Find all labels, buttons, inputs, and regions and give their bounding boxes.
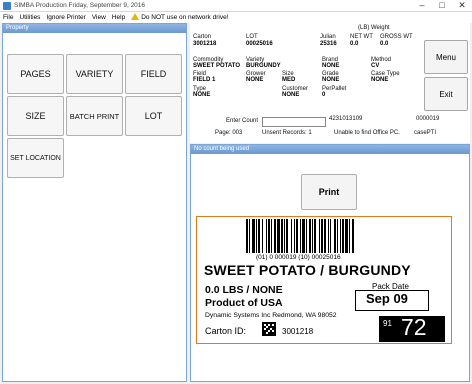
field-button[interactable]: FIELD	[125, 54, 182, 94]
julian-value: 25316	[320, 41, 337, 47]
pack-date: Sep 09	[366, 291, 408, 306]
office-status: Unable to find Office PC.	[334, 130, 400, 136]
net-weight-label: NET WT	[350, 34, 373, 40]
menu-ignore-printer[interactable]: Ignore Printer	[43, 12, 88, 23]
carton-label: Carton	[193, 34, 212, 40]
set-location-button[interactable]: SET LOCATION	[7, 138, 64, 178]
label-origin: Product of USA	[205, 297, 283, 309]
net-weight-value: 0.0	[350, 41, 359, 47]
big-code: 72	[401, 314, 427, 340]
window-title: SIMBA Production Friday, September 9, 20…	[14, 2, 146, 9]
count-status-title: No count being used	[191, 145, 469, 154]
julian-label: Julian	[320, 34, 336, 40]
variety-button[interactable]: VARIETY	[66, 54, 123, 94]
batch-print-button[interactable]: BATCH PRINT	[66, 96, 123, 136]
size-value: MED	[282, 77, 296, 83]
label-product: SWEET POTATO / BURGUNDY	[204, 262, 411, 278]
datamatrix-icon	[262, 322, 276, 336]
lot-label: LOT	[246, 34, 258, 40]
barcode-text: (01) 0 000019 (10) 00025016	[256, 254, 341, 261]
page-indicator: Page: 003	[215, 130, 243, 136]
property-panel-title: Property	[3, 24, 186, 33]
menu-utilities[interactable]: Utilities	[16, 12, 43, 23]
minimize-button[interactable]: –	[412, 0, 432, 11]
title-bar: SIMBA Production Friday, September 9, 20…	[0, 0, 472, 12]
gross-weight-value: 0.0	[380, 41, 389, 47]
case-type-value: NONE	[371, 77, 389, 83]
field-value: FIELD 1	[193, 77, 216, 83]
warning-icon	[131, 13, 140, 20]
lot-value: 00025016	[246, 41, 273, 47]
menu-button[interactable]: Menu	[424, 40, 468, 74]
menu-bar: File Utilities Ignore Printer View Help …	[0, 12, 472, 23]
enter-count-label: Enter Count	[226, 118, 259, 124]
label-weight: 0.0 LBS / NONE	[205, 284, 283, 296]
per-pallet-label: PerPallet	[322, 86, 347, 92]
method-value: CV	[371, 63, 380, 69]
per-pallet-value: 0	[322, 92, 326, 98]
menu-help[interactable]: Help	[109, 12, 128, 23]
barcode-icon	[246, 219, 354, 253]
carton-value: 3001218	[193, 41, 217, 47]
carton-id-label: Carton ID:	[205, 326, 247, 336]
enter-count-input[interactable]	[262, 117, 326, 127]
network-warning: Do NOT use on network drive!	[128, 12, 231, 23]
customer-value: NONE	[282, 92, 300, 98]
maximize-button[interactable]: □	[432, 0, 452, 11]
menu-file[interactable]: File	[0, 12, 16, 23]
unsent-records: Unsent Records: 1	[262, 130, 312, 136]
close-button[interactable]: ✕	[452, 0, 472, 11]
lot-button[interactable]: LOT	[125, 96, 182, 136]
right-number: 0000019	[416, 116, 440, 122]
size-button[interactable]: SIZE	[7, 96, 64, 136]
grower-value: NONE	[246, 77, 264, 83]
menu-view[interactable]: View	[89, 12, 109, 23]
brand-value: NONE	[322, 63, 340, 69]
case-status: casePTI	[414, 130, 437, 136]
label-company: Dynamic Systems Inc Redmond, WA 98052	[205, 312, 337, 319]
pages-button[interactable]: PAGES	[7, 54, 64, 94]
exit-button[interactable]: Exit	[424, 77, 468, 111]
code-block: 91 72	[379, 314, 445, 342]
variety-value: BURGUNDY	[246, 63, 281, 69]
print-button[interactable]: Print	[301, 174, 357, 210]
code-number: 4231013109	[329, 116, 363, 122]
app-icon	[3, 2, 11, 10]
gross-weight-label: GROSS WT	[380, 34, 413, 40]
commodity-value: SWEET POTATO	[193, 63, 241, 69]
property-panel: Property PAGES VARIETY FIELD SIZE BATCH …	[2, 23, 187, 382]
carton-id-value: 3001218	[282, 327, 314, 336]
small-code: 91	[383, 319, 392, 328]
type-value: NONE	[193, 92, 211, 98]
weight-header: (LB) Weight	[358, 25, 390, 31]
grade-value: NONE	[322, 77, 340, 83]
